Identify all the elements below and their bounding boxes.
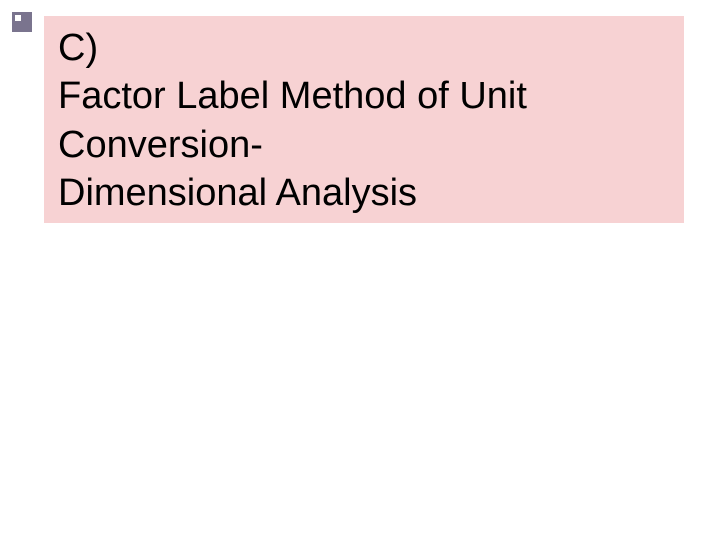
title-line-1: Factor Label Method of Unit: [58, 75, 527, 117]
heading-label: C): [58, 27, 98, 69]
title-line-2: Conversion-: [58, 124, 263, 166]
title-bullet-icon: [12, 12, 32, 32]
title-line-3: Dimensional Analysis: [58, 172, 417, 214]
title-container: C) Factor Label Method of Unit Conversio…: [44, 16, 684, 223]
title-text-block: C) Factor Label Method of Unit Conversio…: [58, 24, 670, 217]
